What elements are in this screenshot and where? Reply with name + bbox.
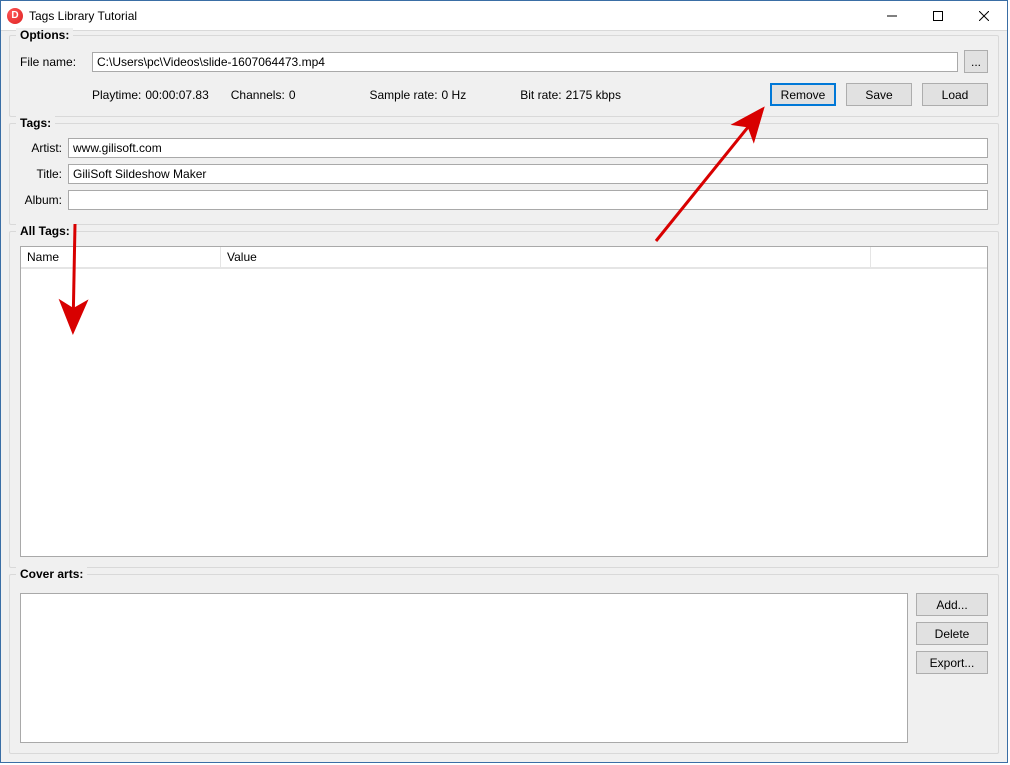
- album-label: Album:: [20, 193, 62, 207]
- tags-legend: Tags:: [16, 116, 55, 130]
- all-tags-legend: All Tags:: [16, 224, 74, 238]
- channels-label: Channels:: [231, 88, 285, 102]
- listview-body[interactable]: [21, 269, 987, 556]
- remove-button[interactable]: Remove: [770, 83, 836, 106]
- minimize-button[interactable]: [869, 1, 915, 30]
- cover-arts-area[interactable]: [20, 593, 908, 743]
- samplerate-value: 0 Hz: [442, 88, 467, 102]
- app-icon: D: [7, 8, 23, 24]
- column-spacer: [871, 247, 987, 268]
- playtime-label: Playtime:: [92, 88, 141, 102]
- close-button[interactable]: [961, 1, 1007, 30]
- tags-group: Tags: Artist: Title: Album:: [9, 123, 999, 225]
- channels-value: 0: [289, 88, 296, 102]
- title-input[interactable]: [68, 164, 988, 184]
- browse-button[interactable]: ...: [964, 50, 988, 73]
- options-group: Options: File name: ... Playtime: 00:00:…: [9, 35, 999, 117]
- options-legend: Options:: [16, 28, 73, 42]
- title-label: Title:: [20, 167, 62, 181]
- app-window: D Tags Library Tutorial Options: File na…: [0, 0, 1008, 763]
- playtime-value: 00:00:07.83: [145, 88, 208, 102]
- titlebar: D Tags Library Tutorial: [1, 1, 1007, 31]
- bitrate-label: Bit rate:: [520, 88, 561, 102]
- cover-arts-group: Cover arts: Add... Delete Export...: [9, 574, 999, 754]
- cover-arts-legend: Cover arts:: [16, 567, 87, 581]
- delete-cover-button[interactable]: Delete: [916, 622, 988, 645]
- album-input[interactable]: [68, 190, 988, 210]
- load-button[interactable]: Load: [922, 83, 988, 106]
- export-cover-button[interactable]: Export...: [916, 651, 988, 674]
- window-controls: [869, 1, 1007, 30]
- file-name-label: File name:: [20, 55, 86, 69]
- listview-header: Name Value: [21, 247, 987, 269]
- save-button[interactable]: Save: [846, 83, 912, 106]
- all-tags-group: All Tags: Name Value: [9, 231, 999, 568]
- artist-label: Artist:: [20, 141, 62, 155]
- maximize-button[interactable]: [915, 1, 961, 30]
- bitrate-value: 2175 kbps: [566, 88, 621, 102]
- column-name[interactable]: Name: [21, 247, 221, 268]
- file-name-input[interactable]: [92, 52, 958, 72]
- client-area: Options: File name: ... Playtime: 00:00:…: [1, 31, 1007, 762]
- column-value[interactable]: Value: [221, 247, 871, 268]
- samplerate-label: Sample rate:: [370, 88, 438, 102]
- all-tags-listview[interactable]: Name Value: [20, 246, 988, 557]
- artist-input[interactable]: [68, 138, 988, 158]
- add-cover-button[interactable]: Add...: [916, 593, 988, 616]
- window-title: Tags Library Tutorial: [29, 9, 137, 23]
